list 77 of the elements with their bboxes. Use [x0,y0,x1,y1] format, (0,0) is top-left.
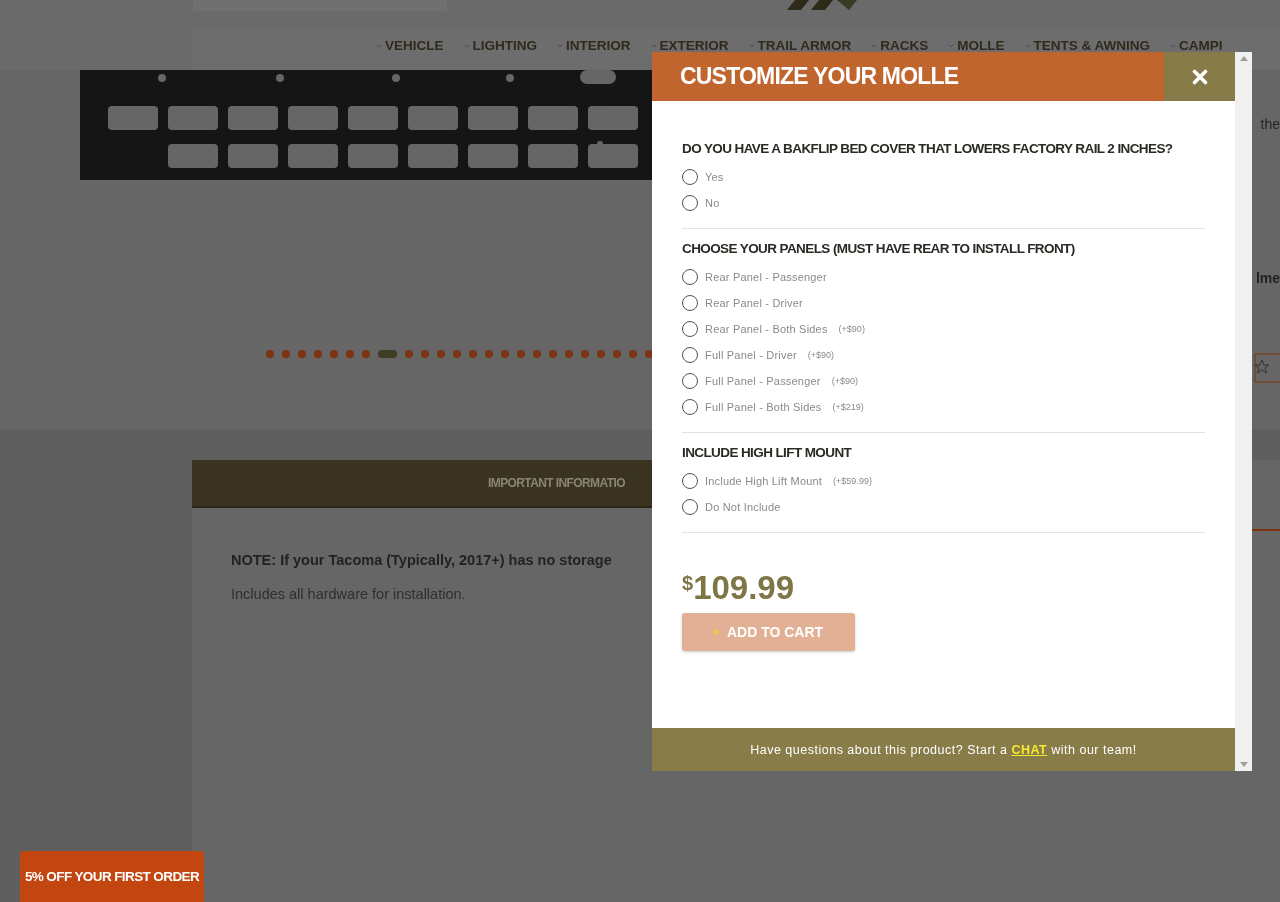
option-price: (+$90) [838,324,865,334]
star-icon [1254,353,1280,383]
carousel-dot[interactable] [314,350,322,358]
close-button[interactable] [1164,52,1235,101]
scroll-down-icon [1239,762,1248,767]
option-label: Rear Panel - Both Sides [705,323,828,335]
option-label: No [705,197,720,209]
question-heading: DO YOU HAVE A BAKFLIP BED COVER THAT LOWERS FACTORY RAIL 2 INCHES? [682,141,1174,156]
option-price: (+$90) [831,376,858,386]
carousel-dot[interactable] [266,350,274,358]
carousel-dot[interactable] [629,350,637,358]
option-label: Yes [705,171,724,183]
nav-link[interactable]: LIGHTING [462,39,537,52]
carousel-dot[interactable] [453,350,461,358]
radio-button[interactable] [682,195,698,211]
option-label: Rear Panel - Driver [705,297,803,309]
radio-button[interactable] [682,295,698,311]
radio-button[interactable] [682,169,698,185]
chat-text: Have questions about this product? Start a CHAT with our team! [750,742,1137,757]
question-heading: INCLUDE HIGH LIFT MOUNT [682,445,853,460]
carousel-dot[interactable] [613,350,621,358]
carousel-dot[interactable] [597,350,605,358]
radio-button[interactable] [682,269,698,285]
price: $109.99 [682,569,796,607]
cut-text: lme [1255,270,1280,286]
info-tab[interactable]: IMPORTANT INFORMATIO [488,476,625,490]
nav-link[interactable]: TRAIL ARMOR [747,39,852,52]
radio-button[interactable] [682,499,698,515]
add-to-cart-button[interactable]: ADD TO CART [682,613,855,651]
carousel-dot[interactable] [362,350,370,358]
cut-text: the [1260,116,1280,132]
carousel-dot[interactable] [330,350,338,358]
option-label: Include High Lift Mount [705,475,823,487]
radio-button[interactable] [682,473,698,489]
carousel-dot[interactable] [298,350,306,358]
nav-link[interactable]: RACKS [870,39,929,52]
nav-link[interactable]: CAMPI [1169,39,1223,52]
option-price: (+$219) [832,402,864,412]
scrollbar[interactable] [1235,52,1252,771]
note-text: NOTE: If your Tacoma (Typically, 2017+) has no storage [231,552,612,568]
carousel-dot[interactable] [485,350,493,358]
nav-link[interactable]: MOLLE [947,39,1005,52]
carousel-dot[interactable] [565,350,573,358]
radio-button[interactable] [682,373,698,389]
carousel-dot[interactable] [549,350,557,358]
carousel-dot[interactable] [437,350,445,358]
option-label: Do Not Include [705,501,781,513]
caret-icon [713,628,719,636]
nav-link[interactable]: EXTERIOR [649,39,729,52]
modal-title: CUSTOMIZE YOUR MOLLE [652,52,1164,101]
chat-link[interactable]: CHAT [1011,742,1048,757]
nav-link[interactable]: INTERIOR [556,39,631,52]
nav-link[interactable]: TENTS & AWNING [1023,39,1151,52]
logo-icon [787,0,857,10]
question-heading: CHOOSE YOUR PANELS (MUST HAVE REAR TO INSTALL FRONT) [682,241,1076,256]
carousel-dot[interactable] [421,350,429,358]
option-label: Full Panel - Driver [705,349,797,361]
carousel-dot[interactable] [282,350,290,358]
carousel-dot[interactable] [581,350,589,358]
option-price: (+$90) [807,350,835,360]
carousel-dot[interactable] [501,350,509,358]
radio-button[interactable] [682,321,698,337]
radio-button[interactable] [682,347,698,363]
promo-button[interactable]: 5% OFF YOUR FIRST ORDER [20,851,204,902]
carousel-dot[interactable] [405,350,413,358]
carousel-dot[interactable] [346,350,354,358]
nav-link[interactable]: VEHICLE [375,39,444,52]
option-price: (+$59.99) [833,476,872,486]
option-label: Full Panel - Passenger [705,375,821,387]
carousel-dot[interactable] [533,350,541,358]
option-label: Rear Panel - Passenger [705,271,827,283]
radio-button[interactable] [682,399,698,415]
carousel-dot[interactable] [517,350,525,358]
carousel-dot[interactable] [469,350,477,358]
option-label: Full Panel - Both Sides [705,401,822,413]
scroll-up-icon [1239,56,1248,61]
description-text: Includes all hardware for installation. [231,586,466,602]
